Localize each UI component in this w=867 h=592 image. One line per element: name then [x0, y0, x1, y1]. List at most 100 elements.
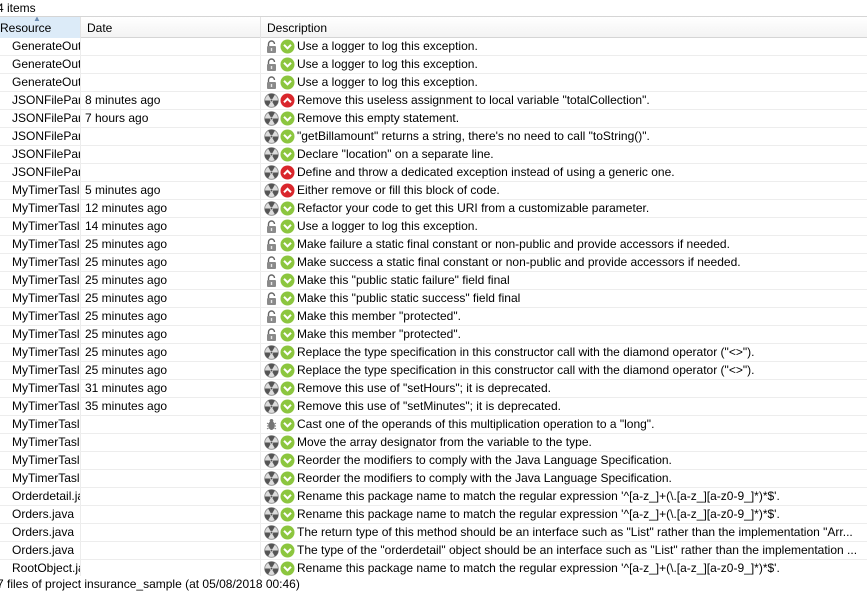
lock-icon: [264, 291, 279, 306]
table-row[interactable]: JSONFilePars 7 hours ago Remove this empty…: [0, 110, 867, 128]
issue-description: Make this member "protected".: [297, 327, 461, 341]
date-cell: [81, 434, 261, 451]
minor-severity-icon: [280, 507, 295, 522]
table-row[interactable]: JSONFilePars "getBillamount" returns a st…: [0, 128, 867, 146]
issue-description: "getBillamount" returns a string, there'…: [297, 129, 650, 143]
issue-description: Either remove or fill this block of code…: [297, 183, 500, 197]
minor-severity-icon: [280, 543, 295, 558]
date-cell: 25 minutes ago: [81, 308, 261, 325]
description-cell: Use a logger to log this exception.: [261, 56, 867, 73]
sort-ascending-icon: ▲: [33, 17, 41, 23]
description-cell: Rename this package name to match the re…: [261, 506, 867, 523]
status-bar-text: 7 files of project insurance_sample (at …: [0, 576, 867, 592]
lock-icon: [264, 57, 279, 72]
date-cell: [81, 416, 261, 433]
resource-cell: JSONFilePars: [0, 146, 81, 163]
table-row[interactable]: Orderdetail.ja Rename this package name t…: [0, 488, 867, 506]
date-cell: 25 minutes ago: [81, 344, 261, 361]
description-cell: The return type of this method should be…: [261, 524, 867, 541]
issue-description: Make failure a static final constant or …: [297, 237, 730, 251]
description-cell: Make success a static final constant or …: [261, 254, 867, 271]
issue-description: Rename this package name to match the re…: [297, 507, 780, 521]
description-cell: Make this "public static failure" field …: [261, 272, 867, 289]
table-row[interactable]: MyTimerTasl 25 minutes ago Replace the typ…: [0, 344, 867, 362]
description-cell: Replace the type specification in this c…: [261, 344, 867, 361]
date-cell: [81, 74, 261, 91]
description-cell: Rename this package name to match the re…: [261, 488, 867, 505]
description-cell: Remove this empty statement.: [261, 110, 867, 127]
issue-description: Rename this package name to match the re…: [297, 561, 780, 575]
resource-cell: MyTimerTasl: [0, 254, 81, 271]
minor-severity-icon: [280, 255, 295, 270]
minor-severity-icon: [280, 327, 295, 342]
resource-cell: GenerateOut: [0, 74, 81, 91]
table-row[interactable]: MyTimerTasl 31 minutes ago Remove this use…: [0, 380, 867, 398]
description-cell: Make this "public static success" field …: [261, 290, 867, 307]
minor-severity-icon: [280, 219, 295, 234]
issues-table: ▲ Resource Date Description GenerateOut U…: [0, 16, 867, 578]
table-row[interactable]: JSONFilePars Define and throw a dedicated…: [0, 164, 867, 182]
resource-cell: MyTimerTasl: [0, 308, 81, 325]
table-row[interactable]: Orders.java Rename this package name to m…: [0, 506, 867, 524]
issue-description: Use a logger to log this exception.: [297, 219, 478, 233]
radiation-icon: [264, 165, 279, 180]
column-header-date[interactable]: Date: [81, 17, 261, 38]
radiation-icon: [264, 129, 279, 144]
date-cell: [81, 506, 261, 523]
issue-description: Replace the type specification in this c…: [297, 363, 755, 377]
table-row[interactable]: MyTimerTasl 35 minutes ago Remove this use…: [0, 398, 867, 416]
date-cell: 7 hours ago: [81, 110, 261, 127]
table-row[interactable]: MyTimerTasl 12 minutes ago Refactor your c…: [0, 200, 867, 218]
issue-description: Remove this useless assignment to local …: [297, 93, 650, 107]
description-cell: Make this member "protected".: [261, 326, 867, 343]
date-cell: 5 minutes ago: [81, 182, 261, 199]
resource-cell: GenerateOut: [0, 38, 81, 55]
date-cell: 31 minutes ago: [81, 380, 261, 397]
table-row[interactable]: JSONFilePars 8 minutes ago Remove this use…: [0, 92, 867, 110]
table-row[interactable]: GenerateOut Use a logger to log this exce…: [0, 74, 867, 92]
issue-description: Remove this use of "setHours"; it is dep…: [297, 381, 551, 395]
lock-icon: [264, 219, 279, 234]
resource-cell: MyTimerTasl: [0, 290, 81, 307]
minor-severity-icon: [280, 129, 295, 144]
table-row[interactable]: MyTimerTasl 5 minutes ago Either remove or…: [0, 182, 867, 200]
resource-cell: MyTimerTasl: [0, 326, 81, 343]
table-row[interactable]: MyTimerTasl Cast one of the operands of t…: [0, 416, 867, 434]
issue-description: Make this "public static failure" field …: [297, 273, 510, 287]
table-row[interactable]: MyTimerTasl 25 minutes ago Replace the typ…: [0, 362, 867, 380]
table-row[interactable]: MyTimerTasl Reorder the modifiers to comp…: [0, 470, 867, 488]
resource-cell: MyTimerTasl: [0, 362, 81, 379]
radiation-icon: [264, 507, 279, 522]
table-row[interactable]: MyTimerTasl 25 minutes ago Make failure a …: [0, 236, 867, 254]
resource-cell: MyTimerTasl: [0, 200, 81, 217]
date-cell: 25 minutes ago: [81, 272, 261, 289]
table-row[interactable]: MyTimerTasl 25 minutes ago Make this "publ…: [0, 272, 867, 290]
table-row[interactable]: MyTimerTasl 25 minutes ago Make this membe…: [0, 308, 867, 326]
issue-description: Use a logger to log this exception.: [297, 39, 478, 53]
date-cell: 25 minutes ago: [81, 326, 261, 343]
table-row[interactable]: MyTimerTasl 25 minutes ago Make this "publ…: [0, 290, 867, 308]
table-row[interactable]: Orders.java The type of the "orderdetail"…: [0, 542, 867, 560]
table-row[interactable]: GenerateOut Use a logger to log this exce…: [0, 38, 867, 56]
table-body: GenerateOut Use a logger to log this exce…: [0, 38, 867, 578]
item-count: 4 items: [0, 1, 36, 15]
table-row[interactable]: MyTimerTasl 25 minutes ago Make this membe…: [0, 326, 867, 344]
column-header-resource[interactable]: ▲ Resource: [0, 17, 81, 38]
minor-severity-icon: [280, 489, 295, 504]
table-row[interactable]: GenerateOut Use a logger to log this exce…: [0, 56, 867, 74]
minor-severity-icon: [280, 363, 295, 378]
table-row[interactable]: Orders.java The return type of this metho…: [0, 524, 867, 542]
table-row[interactable]: MyTimerTasl 25 minutes ago Make success a …: [0, 254, 867, 272]
radiation-icon: [264, 345, 279, 360]
table-row[interactable]: MyTimerTasl Reorder the modifiers to comp…: [0, 452, 867, 470]
table-row[interactable]: MyTimerTasl 14 minutes ago Use a logger to…: [0, 218, 867, 236]
date-cell: 25 minutes ago: [81, 362, 261, 379]
column-header-description[interactable]: Description: [261, 17, 867, 38]
resource-cell: MyTimerTasl: [0, 434, 81, 451]
description-cell: Use a logger to log this exception.: [261, 218, 867, 235]
resource-cell: MyTimerTasl: [0, 398, 81, 415]
issue-description: Cast one of the operands of this multipl…: [297, 417, 655, 431]
description-cell: Refactor your code to get this URI from …: [261, 200, 867, 217]
table-row[interactable]: JSONFilePars Declare "location" on a sepa…: [0, 146, 867, 164]
table-row[interactable]: MyTimerTasl Move the array designator fro…: [0, 434, 867, 452]
